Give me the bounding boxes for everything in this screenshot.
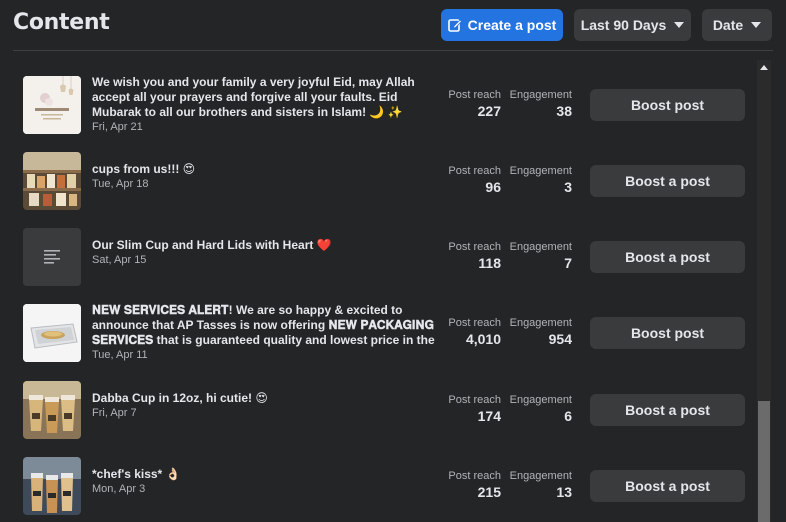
dabba-cups-photo <box>23 381 81 439</box>
post-text[interactable]: *chef's kiss* 👌🏻 Mon, Apr 3 <box>92 467 438 496</box>
boost-post-button[interactable]: Boost a post <box>590 241 745 273</box>
edit-pencil-icon <box>447 19 462 32</box>
post-thumbnail[interactable] <box>23 228 81 286</box>
post-reach-stat: Post reach 174 <box>421 394 501 425</box>
create-post-button[interactable]: Create a post <box>441 9 563 41</box>
post-caption: Our Slim Cup and Hard Lids with Heart ❤️ <box>92 238 332 252</box>
scrollbar[interactable] <box>757 60 771 522</box>
sort-label: Date <box>712 17 744 33</box>
post-date: Mon, Apr 3 <box>92 483 146 495</box>
post-caption: *chef's kiss* 👌🏻 <box>92 467 181 481</box>
post-text[interactable]: Our Slim Cup and Hard Lids with Heart ❤️… <box>92 238 438 267</box>
engagement-stat: Engagement 7 <box>492 241 572 272</box>
engagement-stat: Engagement 3 <box>492 165 572 196</box>
post-row[interactable]: *chef's kiss* 👌🏻 Mon, Apr 3 Post reach 2… <box>0 441 756 517</box>
engagement-label: Engagement <box>509 241 572 253</box>
post-list: We wish you and your family a very joyfu… <box>0 60 756 522</box>
post-caption: We wish you and your family a very joyfu… <box>92 75 415 119</box>
post-row[interactable]: Dabba Cup in 12oz, hi cutie! 😍 Fri, Apr … <box>0 365 756 441</box>
boost-post-button[interactable]: Boost a post <box>590 394 745 426</box>
engagement-label: Engagement <box>509 165 572 177</box>
post-row[interactable]: cups from us!!! 😍 Tue, Apr 18 Post reach… <box>0 136 756 212</box>
post-reach-value: 96 <box>485 179 501 195</box>
scrollbar-thumb[interactable] <box>758 401 770 522</box>
post-reach-stat: Post reach 118 <box>421 241 501 272</box>
create-post-label: Create a post <box>467 17 557 33</box>
packaging-tray-photo <box>23 304 81 362</box>
post-reach-label: Post reach <box>448 89 501 101</box>
engagement-value: 954 <box>548 331 572 347</box>
post-reach-label: Post reach <box>448 241 501 253</box>
scroll-up-arrow-icon[interactable] <box>760 65 768 70</box>
post-caption: Dabba Cup in 12oz, hi cutie! 😍 <box>92 391 268 405</box>
post-caption: cups from us!!! 😍 <box>92 162 196 176</box>
engagement-value: 38 <box>556 103 572 119</box>
post-reach-label: Post reach <box>448 394 501 406</box>
post-text[interactable]: We wish you and your family a very joyfu… <box>92 75 438 134</box>
boost-post-button[interactable]: Boost post <box>590 317 745 349</box>
date-range-dropdown[interactable]: Last 90 Days <box>574 9 691 41</box>
post-date: Fri, Apr 21 <box>92 121 143 133</box>
engagement-label: Engagement <box>509 470 572 482</box>
engagement-value: 6 <box>564 408 572 424</box>
post-thumbnail[interactable] <box>23 76 81 134</box>
engagement-stat: Engagement 954 <box>492 317 572 348</box>
post-thumbnail[interactable] <box>23 457 81 515</box>
post-reach-stat: Post reach 4,010 <box>421 317 501 348</box>
post-date: Tue, Apr 18 <box>92 178 149 190</box>
post-row[interactable]: We wish you and your family a very joyfu… <box>0 60 756 136</box>
post-reach-label: Post reach <box>448 470 501 482</box>
engagement-value: 3 <box>564 179 572 195</box>
boost-post-button[interactable]: Boost post <box>590 89 745 121</box>
post-caption: 𝐍𝐄𝐖 𝐒𝐄𝐑𝐕𝐈𝐂𝐄𝐒 𝐀𝐋𝐄𝐑𝐓! We are so happy & ex… <box>92 303 435 347</box>
header-divider <box>13 50 773 51</box>
post-reach-label: Post reach <box>448 317 501 329</box>
cups-shelf-photo <box>23 152 81 210</box>
post-reach-label: Post reach <box>448 165 501 177</box>
post-reach-value: 118 <box>478 255 501 271</box>
engagement-stat: Engagement 6 <box>492 394 572 425</box>
engagement-label: Engagement <box>509 89 572 101</box>
sort-dropdown[interactable]: Date <box>702 9 772 41</box>
post-text[interactable]: 𝐍𝐄𝐖 𝐒𝐄𝐑𝐕𝐈𝐂𝐄𝐒 𝐀𝐋𝐄𝐑𝐓! We are so happy & ex… <box>92 303 438 362</box>
post-reach-value: 227 <box>477 103 501 119</box>
post-thumbnail[interactable] <box>23 304 81 362</box>
engagement-label: Engagement <box>509 394 572 406</box>
post-date: Sat, Apr 15 <box>92 254 147 266</box>
content-header: Content Create a post Last 90 Days Date <box>0 0 786 51</box>
page-title: Content <box>13 10 110 35</box>
post-thumbnail[interactable] <box>23 152 81 210</box>
engagement-value: 7 <box>564 255 572 271</box>
text-lines-icon <box>23 228 81 286</box>
post-text[interactable]: Dabba Cup in 12oz, hi cutie! 😍 Fri, Apr … <box>92 391 438 420</box>
post-row[interactable]: Our Slim Cup and Hard Lids with Heart ❤️… <box>0 212 756 288</box>
post-reach-stat: Post reach 96 <box>421 165 501 196</box>
caret-down-icon <box>674 22 685 28</box>
date-range-label: Last 90 Days <box>580 17 667 33</box>
engagement-label: Engagement <box>509 317 572 329</box>
post-reach-value: 4,010 <box>465 331 501 347</box>
caret-down-icon <box>751 22 762 28</box>
post-reach-value: 215 <box>477 484 501 500</box>
post-reach-stat: Post reach 215 <box>421 470 501 501</box>
boost-post-button[interactable]: Boost a post <box>590 470 745 502</box>
post-text[interactable]: cups from us!!! 😍 Tue, Apr 18 <box>92 162 438 191</box>
drinks-photo <box>23 457 81 515</box>
engagement-stat: Engagement 13 <box>492 470 572 501</box>
post-row[interactable]: 𝐍𝐄𝐖 𝐒𝐄𝐑𝐕𝐈𝐂𝐄𝐒 𝐀𝐋𝐄𝐑𝐓! We are so happy & ex… <box>0 288 756 364</box>
eid-mubarak-card-image <box>23 76 81 134</box>
post-thumbnail[interactable] <box>23 381 81 439</box>
boost-post-button[interactable]: Boost a post <box>590 165 745 197</box>
engagement-stat: Engagement 38 <box>492 89 572 120</box>
engagement-value: 13 <box>556 484 572 500</box>
post-date: Tue, Apr 11 <box>92 349 148 361</box>
post-date: Fri, Apr 7 <box>92 407 137 419</box>
post-reach-value: 174 <box>477 408 501 424</box>
post-reach-stat: Post reach 227 <box>421 89 501 120</box>
